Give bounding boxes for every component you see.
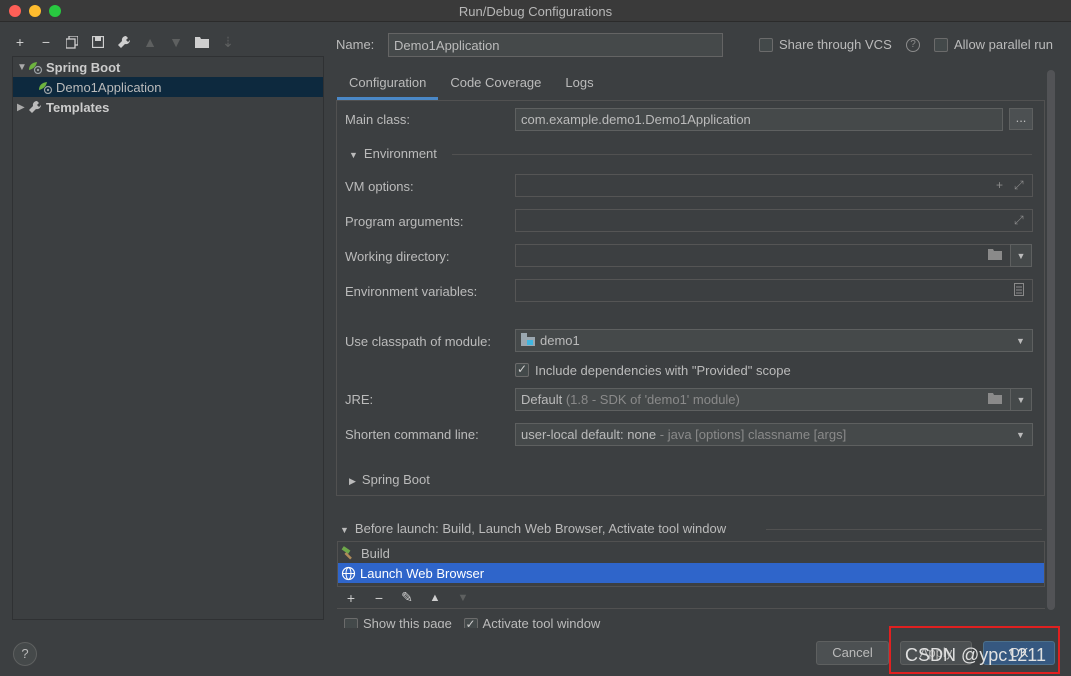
add-icon[interactable]: + — [996, 178, 1003, 192]
move-down-icon[interactable]: ▼ — [455, 590, 471, 606]
include-dependencies-checkbox[interactable] — [515, 362, 529, 377]
tree-item-label: Spring Boot — [46, 59, 121, 75]
collapse-arrow-icon: ▶ — [349, 476, 356, 486]
shorten-command-value: user-local default: none — [521, 427, 657, 442]
wrench-icon[interactable] — [116, 34, 132, 50]
tab-code-coverage[interactable]: Code Coverage — [438, 70, 553, 100]
spring-boot-app-icon — [37, 79, 53, 95]
collapse-arrow-icon[interactable]: ▶ — [17, 102, 27, 113]
hammer-icon — [341, 546, 357, 560]
share-vcs-checkbox[interactable] — [759, 38, 773, 52]
chevron-down-icon: ▼ — [1016, 336, 1025, 346]
wrench-icon — [27, 99, 43, 115]
folder-icon[interactable] — [988, 248, 1002, 263]
tree-item-label: Templates — [46, 99, 110, 115]
before-launch-item-launch-web-browser[interactable]: Launch Web Browser — [338, 563, 1044, 583]
environment-variables-label: Environment variables: — [345, 284, 478, 299]
jre-label: JRE: — [345, 392, 374, 407]
vertical-scrollbar[interactable] — [1047, 70, 1055, 610]
program-arguments-field[interactable] — [515, 209, 1033, 232]
jre-value: Default — [521, 392, 563, 407]
before-launch-toggle[interactable]: ▼ Before launch: Build, Launch Web Browse… — [340, 521, 726, 536]
before-launch-item-build[interactable]: Build — [338, 543, 1044, 563]
move-down-icon[interactable]: ▼ — [168, 34, 184, 50]
tree-toolbar: + − ▲ ▼ ⇣ — [12, 30, 236, 54]
include-dependencies-label: Include dependencies with "Provided" sco… — [535, 363, 791, 378]
folder-icon[interactable] — [988, 392, 1002, 407]
module-icon — [521, 333, 535, 349]
working-directory-field[interactable] — [515, 244, 1011, 267]
list-edit-icon[interactable] — [1014, 283, 1024, 299]
expand-icon[interactable]: ⤢ — [1014, 178, 1024, 193]
save-icon[interactable] — [90, 34, 106, 50]
expand-arrow-icon: ▼ — [349, 150, 358, 160]
section-divider — [766, 529, 1042, 530]
sort-icon[interactable]: ⇣ — [220, 34, 236, 50]
share-vcs-label: Share through VCS — [779, 37, 892, 52]
move-up-icon[interactable]: ▲ — [142, 34, 158, 50]
configuration-tree: ▼ Spring Boot Demo1Application ▶ Templat… — [12, 56, 324, 620]
vm-options-label: VM options: — [345, 179, 414, 194]
watermark: CSDN @ypc1211 — [905, 645, 1046, 665]
environment-variables-field[interactable] — [515, 279, 1033, 302]
environment-section-toggle[interactable]: ▼ Environment — [349, 146, 437, 161]
jre-dropdown[interactable]: ▼ — [1010, 388, 1032, 411]
chevron-down-icon: ▼ — [1016, 430, 1025, 440]
cancel-button[interactable]: Cancel — [816, 641, 889, 665]
shorten-command-hint: - java [options] classname [args] — [659, 427, 847, 442]
shorten-command-line-select[interactable]: user-local default: none - java [options… — [515, 423, 1033, 446]
remove-icon[interactable]: − — [371, 590, 387, 606]
tree-item-templates[interactable]: ▶ Templates — [13, 97, 323, 117]
environment-section-label: Environment — [363, 146, 437, 161]
jre-field[interactable]: Default (1.8 - SDK of 'demo1' module) — [515, 388, 1011, 411]
tab-configuration[interactable]: Configuration — [337, 70, 439, 100]
window-title: Run/Debug Configurations — [458, 4, 613, 19]
name-label: Name: — [336, 37, 375, 52]
help-icon[interactable]: ? — [906, 38, 920, 52]
name-input[interactable]: Demo1Application — [388, 33, 723, 57]
tab-logs[interactable]: Logs — [553, 70, 605, 100]
edit-icon[interactable]: ✎ — [399, 589, 415, 606]
spring-boot-icon — [27, 59, 43, 75]
expand-arrow-icon: ▼ — [340, 525, 349, 535]
folder-icon[interactable] — [194, 34, 210, 50]
classpath-module-label: Use classpath of module: — [345, 334, 491, 349]
expand-arrow-icon[interactable]: ▼ — [17, 62, 27, 73]
globe-icon — [341, 566, 356, 581]
browse-main-class-button[interactable]: ... — [1009, 108, 1033, 130]
tree-item-demo1application[interactable]: Demo1Application — [13, 77, 323, 97]
before-launch-item-label: Build — [361, 545, 390, 561]
allow-parallel-label: Allow parallel run — [954, 37, 1053, 52]
working-directory-dropdown[interactable]: ▼ — [1010, 244, 1032, 267]
expand-icon[interactable]: ⤢ — [1014, 213, 1024, 228]
main-class-field[interactable]: com.example.demo1.Demo1Application — [515, 108, 1003, 131]
main-class-label: Main class: — [345, 112, 411, 127]
move-up-icon[interactable]: ▲ — [427, 590, 443, 606]
before-launch-title: Before launch: Build, Launch Web Browser… — [354, 521, 727, 536]
vm-options-field[interactable] — [515, 174, 1033, 197]
title-bar: Run/Debug Configurations — [0, 0, 1071, 22]
help-button[interactable]: ? — [13, 642, 37, 666]
remove-icon[interactable]: − — [38, 34, 54, 50]
before-launch-item-label: Launch Web Browser — [360, 565, 485, 581]
jre-hint: (1.8 - SDK of 'demo1' module) — [565, 392, 740, 407]
spring-boot-section-toggle[interactable]: ▶ Spring Boot — [349, 472, 430, 487]
copy-icon[interactable] — [64, 34, 80, 50]
before-launch-toolbar: + − ✎ ▲ ▼ — [337, 586, 1045, 608]
working-directory-label: Working directory: — [345, 249, 450, 264]
shorten-command-line-label: Shorten command line: — [345, 427, 479, 442]
spring-boot-section-label: Spring Boot — [361, 472, 430, 487]
allow-parallel-checkbox[interactable] — [934, 38, 948, 52]
program-arguments-label: Program arguments: — [345, 214, 464, 229]
classpath-module-select[interactable]: demo1 — [515, 329, 1033, 352]
add-icon[interactable]: + — [343, 590, 359, 606]
add-icon[interactable]: + — [12, 34, 28, 50]
tree-item-spring-boot[interactable]: ▼ Spring Boot — [13, 57, 323, 77]
tab-bar: Configuration Code Coverage Logs — [337, 70, 606, 100]
section-divider — [452, 154, 1032, 155]
tree-item-label: Demo1Application — [56, 79, 162, 95]
